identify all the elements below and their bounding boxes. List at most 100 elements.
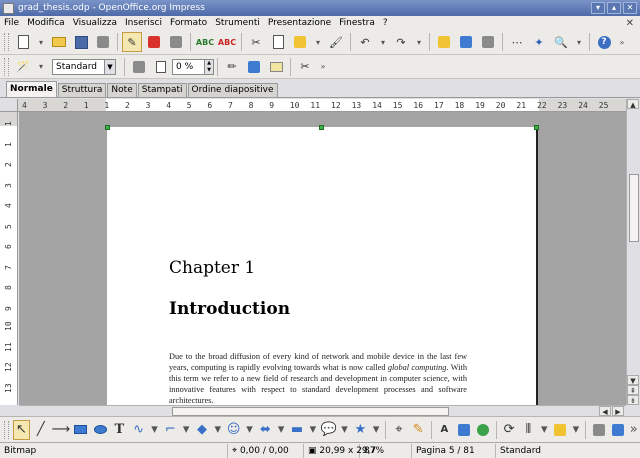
redo-icon[interactable]: ↷	[391, 32, 411, 52]
print-icon[interactable]	[166, 32, 186, 52]
tab-note[interactable]: Note	[107, 83, 137, 97]
gallery-icon[interactable]	[474, 420, 491, 440]
ellipse-icon[interactable]	[91, 420, 108, 440]
page-up-icon[interactable]: ⇞	[627, 385, 639, 395]
paste-dropdown-icon[interactable]: ▾	[312, 32, 324, 52]
vertical-scroll-thumb[interactable]	[629, 174, 639, 242]
zoom-dropdown-icon[interactable]: ▾	[573, 32, 585, 52]
arrange-icon[interactable]	[551, 420, 568, 440]
horizontal-scrollbar[interactable]: ◀ ▶	[19, 405, 626, 416]
chevron-down-icon[interactable]: ▼	[104, 59, 115, 74]
tab-normale[interactable]: Normale	[6, 81, 57, 97]
scroll-down-icon[interactable]: ▼	[627, 375, 639, 385]
rectangle-icon[interactable]	[72, 420, 89, 440]
redo-dropdown-icon[interactable]: ▾	[413, 32, 425, 52]
edit-mode-pencil-icon[interactable]: ✎	[122, 32, 142, 52]
fontwork-icon[interactable]: A	[436, 420, 453, 440]
menu-help[interactable]: ?	[379, 18, 392, 28]
scroll-up-icon[interactable]: ▲	[627, 99, 639, 109]
area-icon[interactable]	[244, 57, 264, 77]
rotate-icon[interactable]: ⟳	[500, 420, 517, 440]
spin-arrows-icon[interactable]: ▲ ▼	[204, 59, 213, 74]
line-color-pencil-icon[interactable]: ✏	[222, 57, 242, 77]
connector-dropdown-icon[interactable]: ▾	[181, 420, 191, 440]
toolbar-more-icon[interactable]: »	[616, 32, 628, 52]
alignment-icon[interactable]: ⫴	[520, 420, 537, 440]
line-icon[interactable]: ╱	[32, 420, 49, 440]
style-combobox[interactable]: Standard ▼	[52, 58, 116, 75]
zoom-icon[interactable]: 🔍	[551, 32, 571, 52]
connector-icon[interactable]: ⌐	[162, 420, 179, 440]
minimize-button[interactable]: ▾	[591, 2, 605, 14]
slide-show-icon[interactable]	[478, 32, 498, 52]
vertical-scrollbar[interactable]: ▲ ▼ ⇞ ⇟	[626, 99, 640, 405]
menu-inserisci[interactable]: Inserisci	[121, 18, 166, 28]
selection-handle[interactable]	[319, 125, 324, 130]
grid-icon[interactable]: ⋯	[507, 32, 527, 52]
drawbar-more-icon[interactable]: »	[629, 420, 639, 440]
undo-dropdown-icon[interactable]: ▾	[377, 32, 389, 52]
tab-stampati[interactable]: Stampati	[137, 83, 187, 97]
save-disk-icon[interactable]	[71, 32, 91, 52]
transparency-icon[interactable]	[151, 57, 171, 77]
slide-page[interactable]: Chapter 1 Introduction Due to the broad …	[107, 127, 538, 405]
new-dropdown-icon[interactable]: ▾	[35, 32, 47, 52]
extrusion-icon[interactable]	[590, 420, 607, 440]
curve-icon[interactable]: ∿	[130, 420, 147, 440]
selection-handle[interactable]	[534, 125, 539, 130]
filter-icon[interactable]	[129, 57, 149, 77]
line-arrow-icon[interactable]: ⟶	[51, 420, 70, 440]
spellcheck-icon[interactable]: ABC	[195, 32, 215, 52]
toolbar2-more-icon[interactable]: »	[317, 57, 329, 77]
format-paintbrush-icon[interactable]: 🖌	[326, 32, 346, 52]
select-arrow-icon[interactable]: ↖	[12, 419, 31, 440]
close-button[interactable]: ✕	[623, 2, 637, 14]
flowchart-icon[interactable]: ▬	[288, 420, 305, 440]
menu-modifica[interactable]: Modifica	[23, 18, 69, 28]
chart-icon[interactable]	[434, 32, 454, 52]
basic-shapes-dropdown-icon[interactable]: ▾	[213, 420, 223, 440]
curve-dropdown-icon[interactable]: ▾	[149, 420, 159, 440]
basic-shapes-icon[interactable]: ◆	[193, 420, 210, 440]
undo-icon[interactable]: ↶	[355, 32, 375, 52]
maximize-button[interactable]: ▴	[607, 2, 621, 14]
menu-file[interactable]: File	[0, 18, 23, 28]
paste-icon[interactable]	[290, 32, 310, 52]
copy-icon[interactable]	[268, 32, 288, 52]
autospellcheck-icon[interactable]: ABC	[217, 32, 237, 52]
alignment-dropdown-icon[interactable]: ▾	[539, 420, 549, 440]
from-file-icon[interactable]	[455, 420, 472, 440]
export-pdf-icon[interactable]	[144, 32, 164, 52]
scroll-left-icon[interactable]: ◀	[599, 406, 611, 416]
open-folder-icon[interactable]	[49, 32, 69, 52]
toolbar-grip[interactable]	[4, 33, 9, 51]
styles-dropdown-icon[interactable]: ▾	[35, 57, 47, 77]
navigator-icon[interactable]: ✦	[529, 32, 549, 52]
points-icon[interactable]: ⌖	[390, 420, 407, 440]
transparency-spinbox[interactable]: 0 % ▲ ▼	[172, 58, 214, 75]
text-icon[interactable]: T	[111, 420, 128, 440]
shadow-icon[interactable]	[266, 57, 286, 77]
menu-finestra[interactable]: Finestra	[335, 18, 379, 28]
tab-ordine-diapositive[interactable]: Ordine diapositive	[187, 83, 278, 97]
arrange-dropdown-icon[interactable]: ▾	[571, 420, 581, 440]
ruler-corner[interactable]	[0, 99, 18, 112]
close-document-icon[interactable]: ✕	[626, 18, 634, 29]
symbol-shapes-icon[interactable]: ☺	[225, 420, 242, 440]
table-icon[interactable]	[456, 32, 476, 52]
menu-presentazione[interactable]: Presentazione	[264, 18, 335, 28]
status-zoom[interactable]: 87%	[360, 443, 412, 458]
section-heading[interactable]: Introduction	[169, 299, 290, 319]
page-down-icon[interactable]: ⇟	[627, 395, 639, 405]
email-icon[interactable]	[93, 32, 113, 52]
tab-struttura[interactable]: Struttura	[57, 83, 107, 97]
scroll-right-icon[interactable]: ▶	[612, 406, 624, 416]
flowchart-dropdown-icon[interactable]: ▾	[308, 420, 318, 440]
selection-handle[interactable]	[105, 125, 110, 130]
stars-dropdown-icon[interactable]: ▾	[371, 420, 381, 440]
menu-strumenti[interactable]: Strumenti	[211, 18, 264, 28]
new-document-icon[interactable]	[13, 32, 33, 52]
stars-icon[interactable]: ★	[352, 420, 369, 440]
slide-canvas[interactable]: Chapter 1 Introduction Due to the broad …	[19, 112, 626, 405]
vertical-ruler[interactable]: 1 1 2 3 4 5 6 7 8 9 10 11 12 13	[0, 112, 18, 405]
